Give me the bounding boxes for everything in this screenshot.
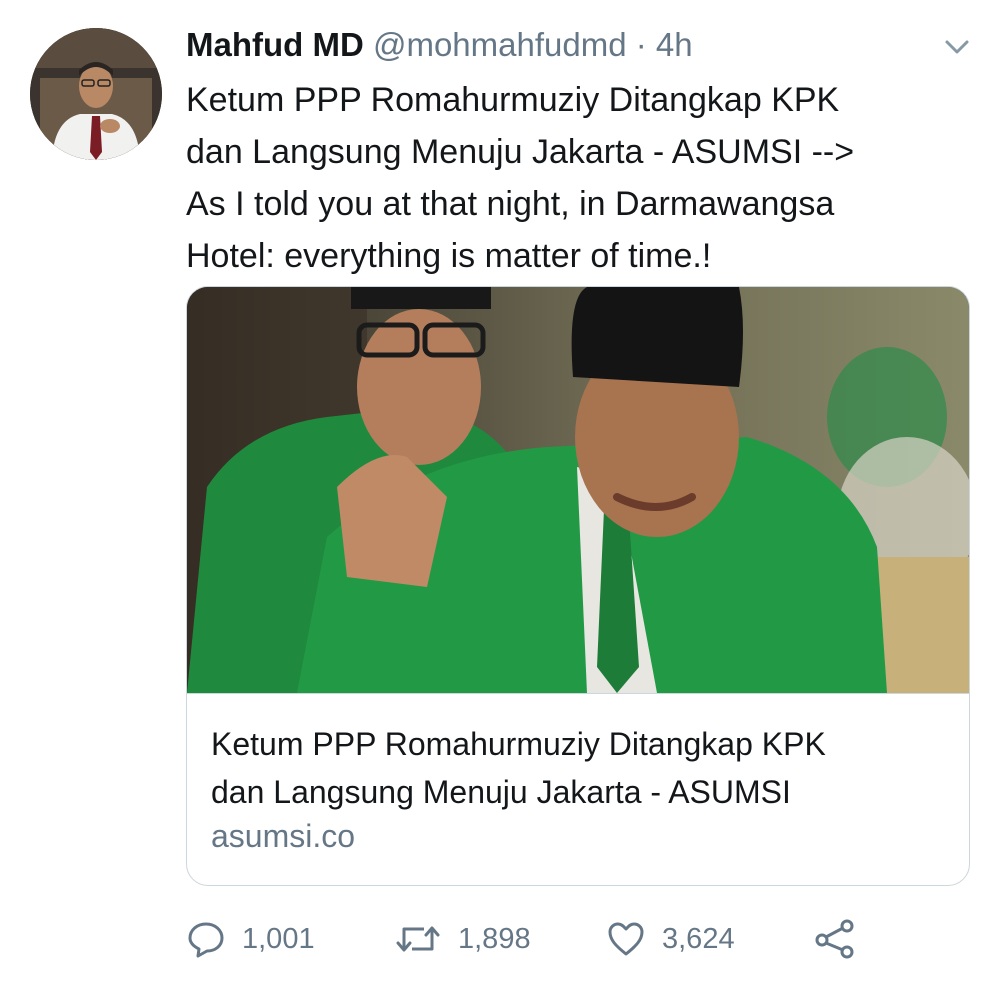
reply-count: 1,001 <box>242 922 315 955</box>
retweet-arrows-icon <box>396 926 440 952</box>
tweet-text-line: Hotel: everything is matter of time.! <box>186 237 712 275</box>
speech-bubble-icon <box>188 922 224 958</box>
card-title-line: Ketum PPP Romahurmuziy Ditangkap KPK <box>211 726 826 762</box>
like-count: 3,624 <box>662 922 735 955</box>
tweet-time[interactable]: 4h <box>656 26 693 63</box>
retweet-button[interactable]: 1,898 <box>394 914 531 964</box>
more-options-button[interactable] <box>940 34 974 60</box>
tweet-text-line: Ketum PPP Romahurmuziy Ditangkap KPK <box>186 81 840 119</box>
share-button[interactable] <box>814 914 872 964</box>
author-name[interactable]: Mahfud MD <box>186 26 364 63</box>
tweet-text-line: As I told you at that night, in Darmawan… <box>186 185 835 223</box>
card-title: Ketum PPP Romahurmuziy Ditangkap KPK dan… <box>211 720 951 816</box>
tweet-text: Ketum PPP Romahurmuziy Ditangkap KPK dan… <box>186 74 976 282</box>
link-card[interactable]: Ketum PPP Romahurmuziy Ditangkap KPK dan… <box>186 286 970 886</box>
tweet-header: Mahfud MD @mohmahfudmd · 4h <box>186 22 693 68</box>
action-bar: 1,001 1,898 3,624 <box>186 914 976 964</box>
avatar[interactable] <box>30 28 162 160</box>
card-image[interactable] <box>187 287 969 693</box>
card-body[interactable]: Ketum PPP Romahurmuziy Ditangkap KPK dan… <box>187 693 969 885</box>
like-button[interactable]: 3,624 <box>606 914 735 964</box>
share-icon <box>815 919 854 959</box>
tweet-text-line: dan Langsung Menuju Jakarta - ASUMSI --> <box>186 133 855 171</box>
reply-button[interactable]: 1,001 <box>186 914 315 964</box>
author-handle[interactable]: @mohmahfudmd <box>373 26 627 63</box>
chevron-down-icon <box>945 40 969 54</box>
header-separator: · <box>635 26 647 63</box>
heart-icon <box>608 922 644 956</box>
card-domain: asumsi.co <box>211 818 356 854</box>
card-title-line: dan Langsung Menuju Jakarta - ASUMSI <box>211 774 791 810</box>
tweet: Mahfud MD @mohmahfudmd · 4h Ketum PPP Ro… <box>0 0 1000 995</box>
retweet-count: 1,898 <box>458 922 531 955</box>
